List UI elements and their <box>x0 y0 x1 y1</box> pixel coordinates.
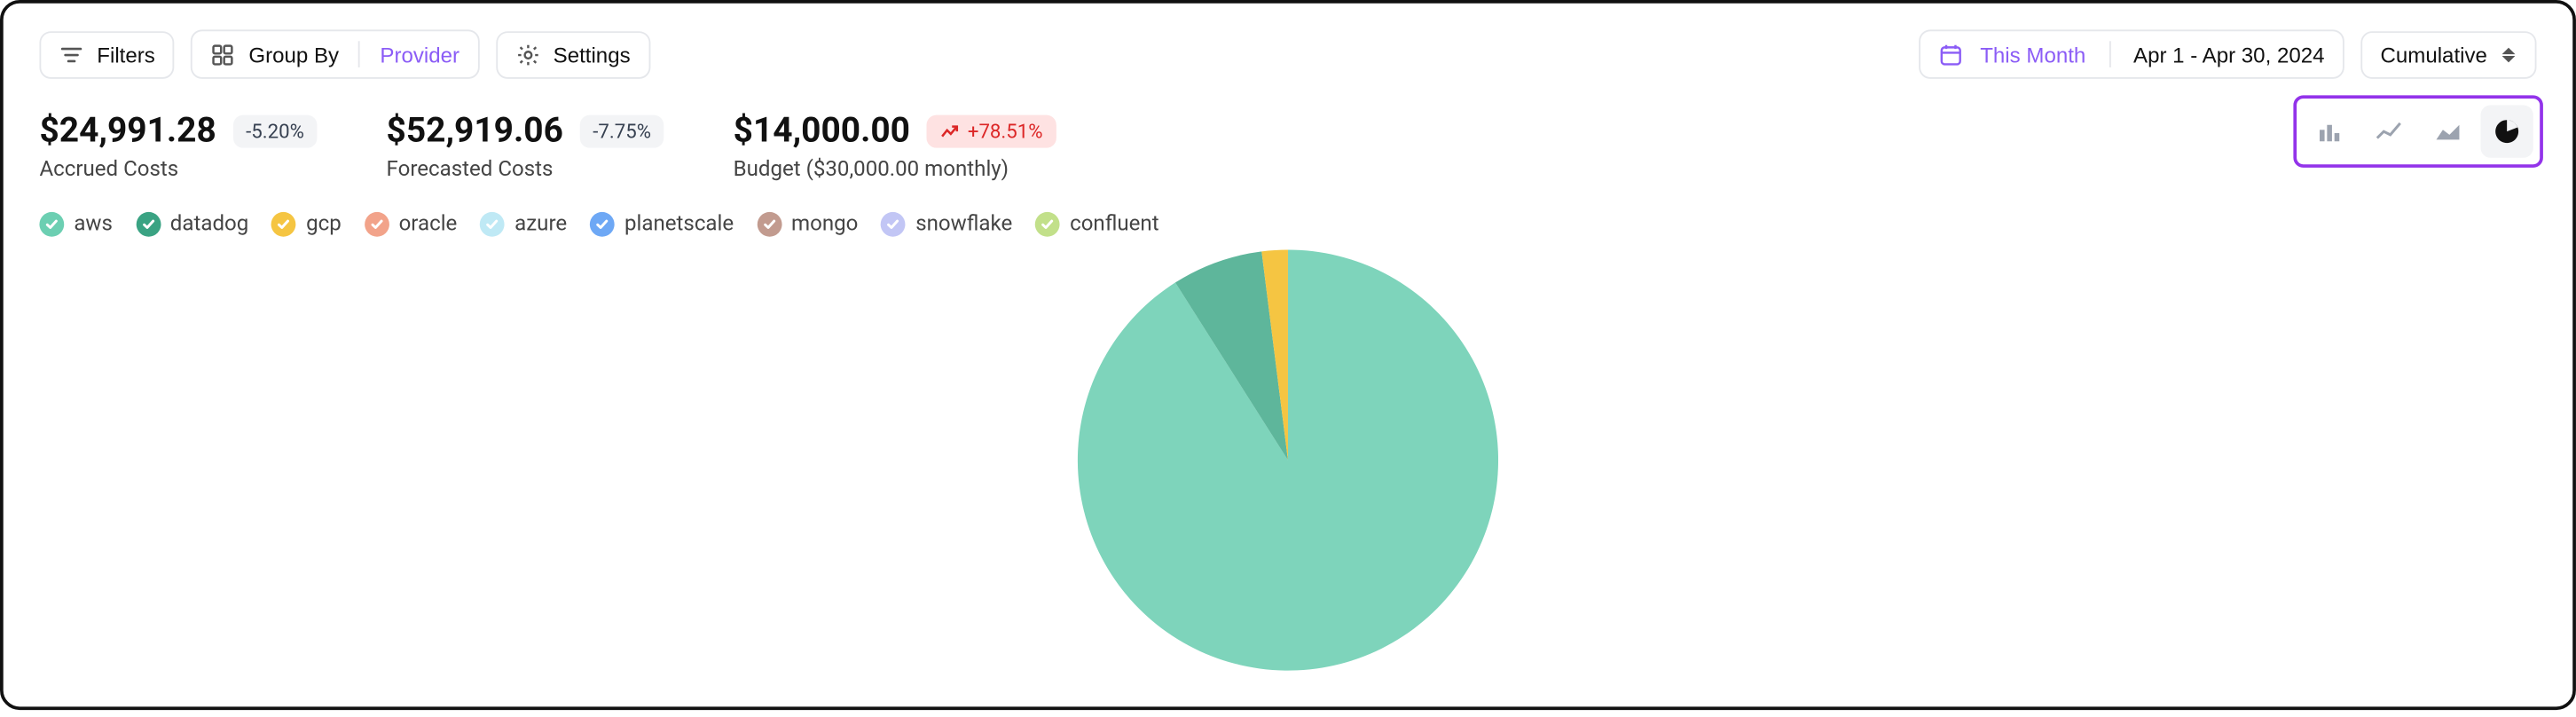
toolbar: Filters Group By Provider Settings This … <box>39 29 2536 79</box>
legend-label: datadog <box>170 212 248 237</box>
legend-item-aws[interactable]: aws <box>39 212 113 237</box>
chart-type-bar[interactable] <box>2304 106 2356 158</box>
groupby-button[interactable]: Group By Provider <box>192 29 480 79</box>
filters-label: Filters <box>97 42 155 67</box>
legend-item-mongo[interactable]: mongo <box>757 212 858 237</box>
trend-up-icon <box>939 122 959 141</box>
separator <box>2109 41 2110 67</box>
sort-caret-icon <box>2501 43 2517 66</box>
stat-budget: $14,000.00 +78.51% Budget ($30,000.00 mo… <box>734 112 1056 183</box>
legend-item-planetscale[interactable]: planetscale <box>590 212 734 237</box>
view-mode-label: Cumulative <box>2380 42 2486 67</box>
legend-chip-icon <box>365 212 389 237</box>
legend-item-oracle[interactable]: oracle <box>365 212 458 237</box>
legend-label: planetscale <box>624 212 734 237</box>
forecast-value: $52,919.06 <box>387 112 563 151</box>
filter-icon <box>59 42 84 67</box>
budget-delta-text: +78.51% <box>968 120 1043 143</box>
date-range: Apr 1 - Apr 30, 2024 <box>2133 42 2324 67</box>
groupby-value: Provider <box>380 42 459 67</box>
chart-type-line[interactable] <box>2362 106 2415 158</box>
calendar-icon <box>1939 42 1964 67</box>
legend-label: snowflake <box>915 212 1012 237</box>
chart-type-area[interactable] <box>2422 106 2474 158</box>
chart-type-switcher <box>2293 95 2543 167</box>
legend-item-datadog[interactable]: datadog <box>136 212 248 237</box>
view-mode-button[interactable]: Cumulative <box>2360 30 2536 78</box>
legend-item-snowflake[interactable]: snowflake <box>881 212 1012 237</box>
groupby-label: Group By <box>248 42 339 67</box>
settings-label: Settings <box>554 42 631 67</box>
date-preset: This Month <box>1980 42 2085 67</box>
legend-label: confluent <box>1070 212 1159 237</box>
legend-chip-icon <box>1035 212 1060 237</box>
grid-icon <box>211 42 236 67</box>
legend-label: gcp <box>306 212 342 237</box>
stat-accrued: $24,991.28 -5.20% Accrued Costs <box>39 112 317 183</box>
budget-delta: +78.51% <box>927 115 1056 148</box>
accrued-label: Accrued Costs <box>39 158 317 183</box>
accrued-delta: -5.20% <box>232 115 317 148</box>
legend-label: aws <box>74 212 113 237</box>
chart-type-pie[interactable] <box>2481 106 2533 158</box>
legend-item-azure[interactable]: azure <box>480 212 567 237</box>
legend-label: oracle <box>399 212 458 237</box>
stats-row: $24,991.28 -5.20% Accrued Costs $52,919.… <box>39 112 2536 183</box>
legend-chip-icon <box>136 212 161 237</box>
legend-label: azure <box>514 212 567 237</box>
legend-label: mongo <box>791 212 858 237</box>
legend-item-gcp[interactable]: gcp <box>271 212 342 237</box>
pie-chart <box>39 247 2536 674</box>
date-range-button[interactable]: This Month Apr 1 - Apr 30, 2024 <box>1920 29 2344 79</box>
settings-button[interactable]: Settings <box>496 30 650 78</box>
legend: aws datadog gcp oracle azure planetscale mongo… <box>39 212 2536 237</box>
forecast-label: Forecasted Costs <box>387 158 664 183</box>
budget-value: $14,000.00 <box>734 112 910 151</box>
legend-chip-icon <box>590 212 615 237</box>
legend-chip-icon <box>480 212 505 237</box>
separator <box>358 41 360 67</box>
filters-button[interactable]: Filters <box>39 30 175 78</box>
legend-chip-icon <box>757 212 781 237</box>
legend-chip-icon <box>271 212 296 237</box>
accrued-value: $24,991.28 <box>39 112 216 151</box>
legend-chip-icon <box>881 212 906 237</box>
budget-label: Budget ($30,000.00 monthly) <box>734 158 1056 183</box>
legend-chip-icon <box>39 212 64 237</box>
gear-icon <box>515 42 540 67</box>
stat-forecast: $52,919.06 -7.75% Forecasted Costs <box>387 112 664 183</box>
forecast-delta: -7.75% <box>579 115 664 148</box>
legend-item-confluent[interactable]: confluent <box>1035 212 1158 237</box>
cost-dashboard: Filters Group By Provider Settings This … <box>0 0 2576 710</box>
